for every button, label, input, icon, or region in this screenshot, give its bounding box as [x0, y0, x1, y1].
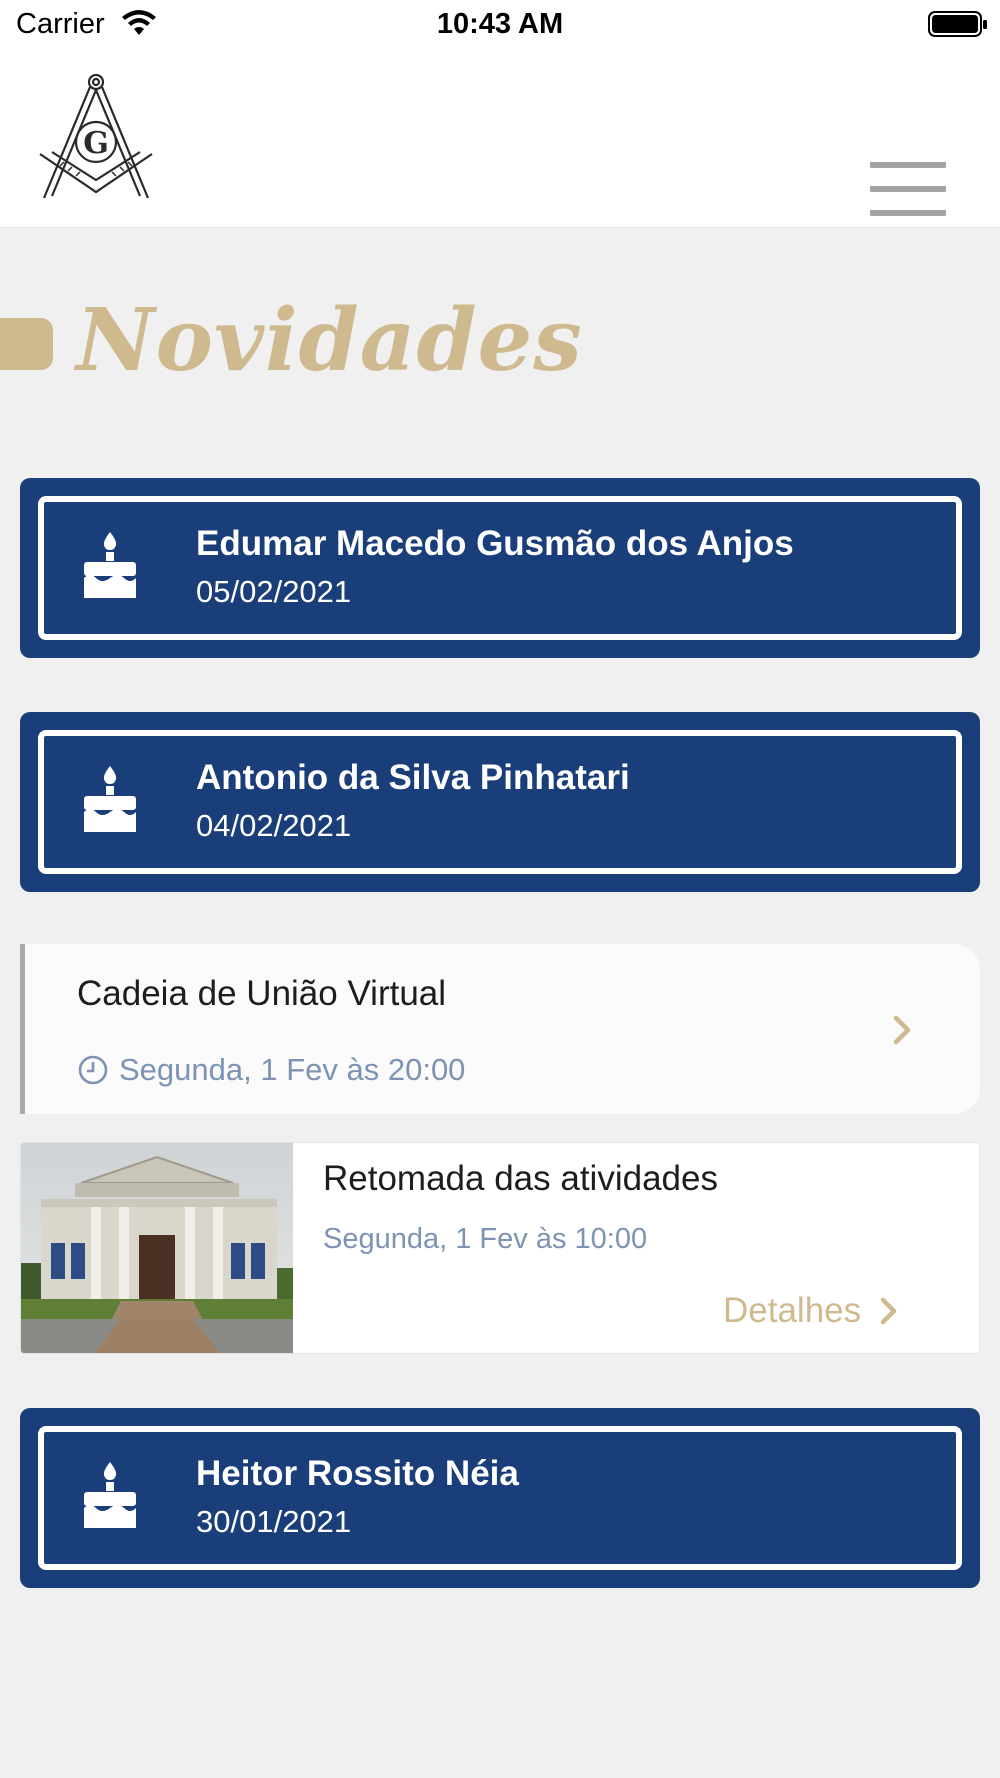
birthday-cake-icon [82, 766, 138, 837]
chevron-right-icon[interactable] [891, 1014, 913, 1051]
clock-icon [78, 1055, 108, 1085]
status-time: 10:43 AM [436, 8, 564, 40]
details-label: Detalhes [723, 1291, 862, 1330]
event-datetime-row: Segunda, 1 Fev às 20:00 [77, 1052, 465, 1088]
birthday-date: 05/02/2021 [196, 574, 352, 609]
birthday-card[interactable]: Heitor Rossito Néia 30/01/2021 [20, 1408, 980, 1588]
event-title: Cadeia de União Virtual [77, 974, 447, 1013]
event-card[interactable]: Cadeia de União Virtual Segunda, 1 Fev à… [20, 944, 980, 1114]
section-marker [0, 318, 53, 370]
details-link[interactable]: Detalhes [723, 1291, 899, 1331]
temple-building-photo [21, 1143, 293, 1353]
birthday-card[interactable]: Edumar Macedo Gusmão dos Anjos 05/02/202… [20, 478, 980, 658]
status-bar: Carrier 10:43 AM [0, 0, 1000, 52]
birthday-name: Edumar Macedo Gusmão dos Anjos [196, 524, 794, 563]
birthday-card[interactable]: Antonio da Silva Pinhatari 04/02/2021 [20, 712, 980, 892]
news-datetime: Segunda, 1 Fev às 10:00 [323, 1223, 648, 1255]
event-datetime: Segunda, 1 Fev às 20:00 [119, 1052, 466, 1087]
battery-icon [928, 10, 988, 45]
square-and-compasses-icon[interactable]: G [38, 70, 154, 207]
svg-text:G: G [83, 126, 109, 161]
birthday-card-inner: Edumar Macedo Gusmão dos Anjos 05/02/202… [38, 496, 962, 640]
birthday-date: 30/01/2021 [196, 1504, 352, 1539]
birthday-name: Heitor Rossito Néia [196, 1454, 519, 1493]
birthday-date: 04/02/2021 [196, 808, 352, 843]
chevron-right-icon [880, 1297, 897, 1325]
birthday-card-inner: Heitor Rossito Néia 30/01/2021 [38, 1426, 962, 1570]
birthday-cake-icon [82, 1462, 138, 1533]
news-card[interactable]: Retomada das atividades Segunda, 1 Fev à… [20, 1142, 980, 1354]
birthday-card-inner: Antonio da Silva Pinhatari 04/02/2021 [38, 730, 962, 874]
birthday-cake-icon [82, 532, 138, 603]
birthday-name: Antonio da Silva Pinhatari [196, 758, 630, 797]
hamburger-menu-icon[interactable] [870, 162, 946, 216]
page-title: Novidades [76, 290, 583, 391]
app-header: G [0, 52, 1000, 228]
news-title: Retomada das atividades [323, 1159, 718, 1198]
